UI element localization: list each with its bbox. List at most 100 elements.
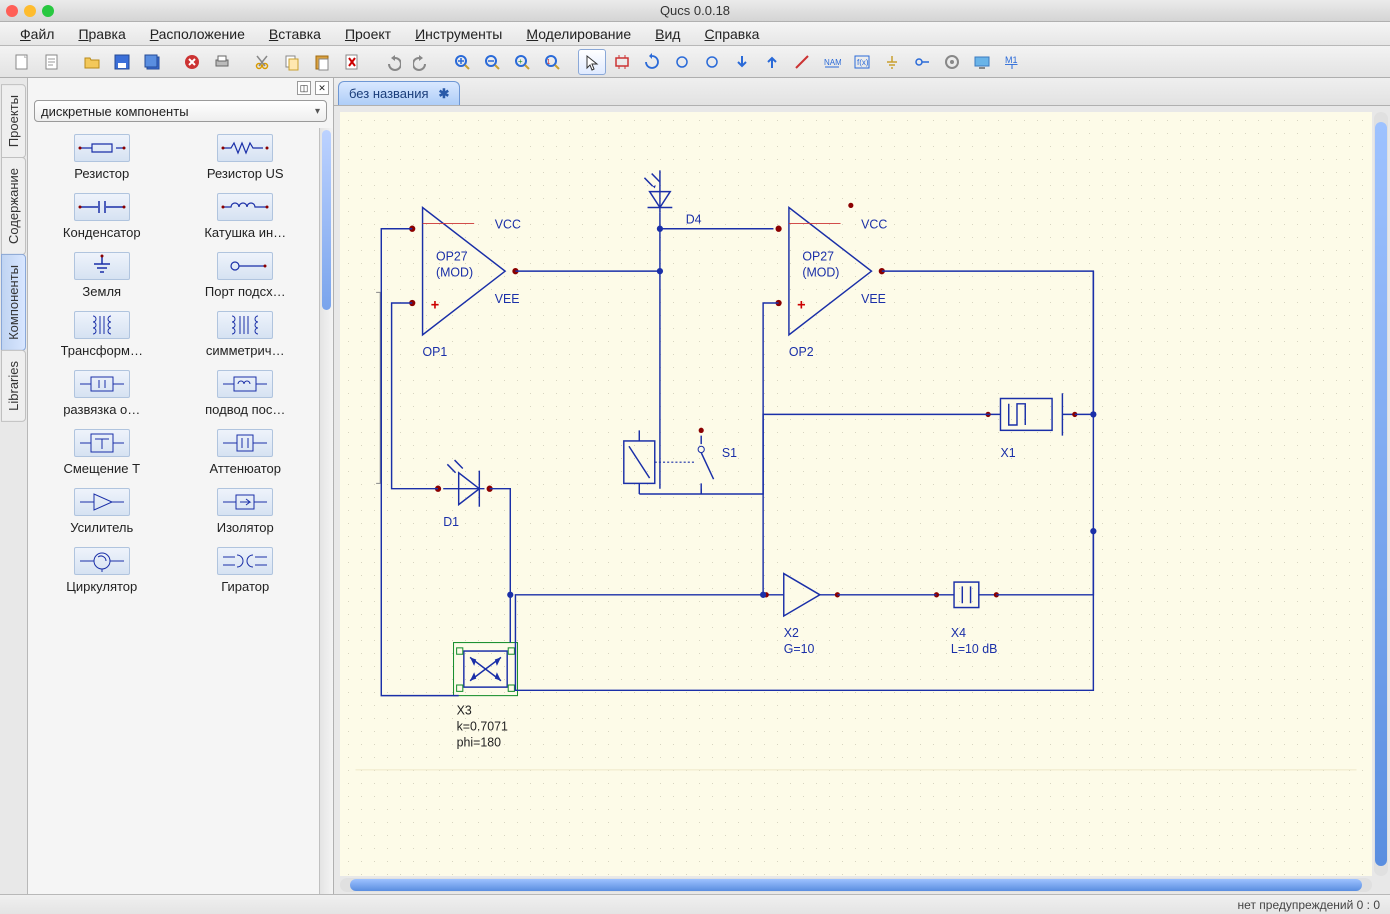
comp-relay[interactable]: S1	[624, 428, 737, 494]
close-panel-icon[interactable]: ✕	[315, 81, 329, 95]
svg-text:VCC: VCC	[861, 218, 887, 232]
zoom-fit-icon[interactable]: +	[508, 49, 536, 75]
comp-resistor[interactable]: Резистор	[34, 134, 170, 181]
menu-insert[interactable]: Вставка	[259, 24, 331, 44]
go-out-icon[interactable]	[758, 49, 786, 75]
svg-text:D1: D1	[443, 515, 459, 529]
sidetab-content[interactable]: Содержание	[1, 157, 26, 255]
display-icon[interactable]	[968, 49, 996, 75]
svg-text:VEE: VEE	[495, 292, 520, 306]
cut-icon[interactable]	[248, 49, 276, 75]
svg-text:+: +	[518, 57, 523, 66]
comp-op2[interactable]: + VCC VEE OP27 (MOD) OP2	[776, 203, 888, 359]
menu-view[interactable]: Вид	[645, 24, 690, 44]
canvas-vscrollbar[interactable]	[1374, 112, 1388, 876]
comp-op1[interactable]: + VCC VEE OP27 (MOD) OP1	[409, 208, 521, 360]
name-label-icon[interactable]: NAME	[818, 49, 846, 75]
menu-simulation[interactable]: Моделирование	[516, 24, 641, 44]
menu-layout[interactable]: Расположение	[140, 24, 255, 44]
port-tool-icon[interactable]	[908, 49, 936, 75]
new-file-icon[interactable]	[8, 49, 36, 75]
comp-d4[interactable]: D4	[644, 170, 701, 226]
schematic-svg: + VCC VEE OP27 (MOD) OP1 +	[340, 112, 1372, 876]
sidetab-libraries[interactable]: Libraries	[1, 350, 26, 422]
sidetab-projects[interactable]: Проекты	[1, 84, 26, 158]
svg-text:VEE: VEE	[861, 292, 886, 306]
svg-text:k=0.7071: k=0.7071	[457, 719, 508, 733]
equation-icon[interactable]: f(x)	[848, 49, 876, 75]
comp-x3[interactable]: X3 k=0.7071 phi=180	[454, 643, 518, 750]
print-icon[interactable]	[208, 49, 236, 75]
save-icon[interactable]	[108, 49, 136, 75]
undock-panel-icon[interactable]: ◫	[297, 81, 311, 95]
category-label: дискретные компоненты	[41, 104, 189, 119]
menu-edit[interactable]: Правка	[68, 24, 135, 44]
close-doc-icon[interactable]	[178, 49, 206, 75]
delete-icon[interactable]	[338, 49, 366, 75]
comp-inductor[interactable]: Катушка ин…	[178, 193, 314, 240]
comp-resistor-us[interactable]: Резистор US	[178, 134, 314, 181]
svg-text:VCC: VCC	[495, 218, 521, 232]
comp-transformer[interactable]: Трансформ…	[34, 311, 170, 358]
comp-isolator[interactable]: Изолятор	[178, 488, 314, 535]
insert-component-icon[interactable]	[608, 49, 636, 75]
minimize-window-icon[interactable]	[24, 5, 36, 17]
new-text-icon[interactable]	[38, 49, 66, 75]
mirror-v-icon[interactable]	[698, 49, 726, 75]
svg-text:D4: D4	[686, 212, 702, 226]
svg-text:OP1: OP1	[423, 345, 448, 359]
menu-project[interactable]: Проект	[335, 24, 401, 44]
zoom-out-icon[interactable]	[478, 49, 506, 75]
comp-x2[interactable]: X2 G=10	[764, 574, 840, 657]
tab-close-icon[interactable]: ✱	[439, 86, 450, 102]
comp-ground[interactable]: Земля	[34, 252, 170, 299]
go-into-icon[interactable]	[728, 49, 756, 75]
menu-file[interactable]: Файл	[10, 24, 64, 44]
zoom-in-icon[interactable]	[448, 49, 476, 75]
comp-dcfeed[interactable]: подвод пос…	[178, 370, 314, 417]
settings-icon[interactable]	[938, 49, 966, 75]
comp-biastee[interactable]: Смещение Т	[34, 429, 170, 476]
mirror-h-icon[interactable]	[668, 49, 696, 75]
side-tabs: Проекты Содержание Компоненты Libraries	[0, 78, 28, 894]
redo-icon[interactable]	[408, 49, 436, 75]
rotate-icon[interactable]	[638, 49, 666, 75]
undo-icon[interactable]	[378, 49, 406, 75]
save-all-icon[interactable]	[138, 49, 166, 75]
wire-tool-icon[interactable]	[788, 49, 816, 75]
component-category-select[interactable]: дискретные компоненты	[34, 100, 327, 122]
left-panel-scrollbar[interactable]	[319, 128, 333, 894]
pointer-tool-icon[interactable]	[578, 49, 606, 75]
comp-amplifier[interactable]: Усилитель	[34, 488, 170, 535]
open-icon[interactable]	[78, 49, 106, 75]
comp-gyrator[interactable]: Гиратор	[178, 547, 314, 594]
comp-x4[interactable]: X4 L=10 dB	[934, 582, 999, 656]
zoom-100-icon[interactable]: 1	[538, 49, 566, 75]
marker-icon[interactable]: M1	[998, 49, 1026, 75]
zoom-window-icon[interactable]	[42, 5, 54, 17]
menu-help[interactable]: Справка	[694, 24, 769, 44]
close-window-icon[interactable]	[6, 5, 18, 17]
comp-circulator[interactable]: Циркулятор	[34, 547, 170, 594]
canvas-hscrollbar[interactable]	[340, 878, 1372, 892]
svg-text:X3: X3	[457, 704, 472, 718]
ground-tool-icon[interactable]	[878, 49, 906, 75]
sidetab-components[interactable]: Компоненты	[1, 254, 26, 351]
comp-attenuator[interactable]: Аттенюатор	[178, 429, 314, 476]
comp-dcblock[interactable]: развязка о…	[34, 370, 170, 417]
svg-text:phi=180: phi=180	[457, 735, 501, 749]
document-tab[interactable]: без названия ✱	[338, 81, 460, 105]
svg-text:L=10 dB: L=10 dB	[951, 642, 997, 656]
document-tabs: без названия ✱	[334, 78, 1390, 106]
comp-d1[interactable]: D1	[435, 460, 493, 529]
svg-text:X2: X2	[784, 626, 799, 640]
menu-tools[interactable]: Инструменты	[405, 24, 512, 44]
comp-x1[interactable]: X1	[986, 393, 1078, 460]
paste-icon[interactable]	[308, 49, 336, 75]
copy-icon[interactable]	[278, 49, 306, 75]
schematic-canvas[interactable]: + VCC VEE OP27 (MOD) OP1 +	[340, 112, 1372, 876]
comp-capacitor[interactable]: Конденсатор	[34, 193, 170, 240]
comp-subport[interactable]: Порт подсх…	[178, 252, 314, 299]
comp-sym-transformer[interactable]: симметрич…	[178, 311, 314, 358]
svg-text:+: +	[431, 297, 439, 313]
